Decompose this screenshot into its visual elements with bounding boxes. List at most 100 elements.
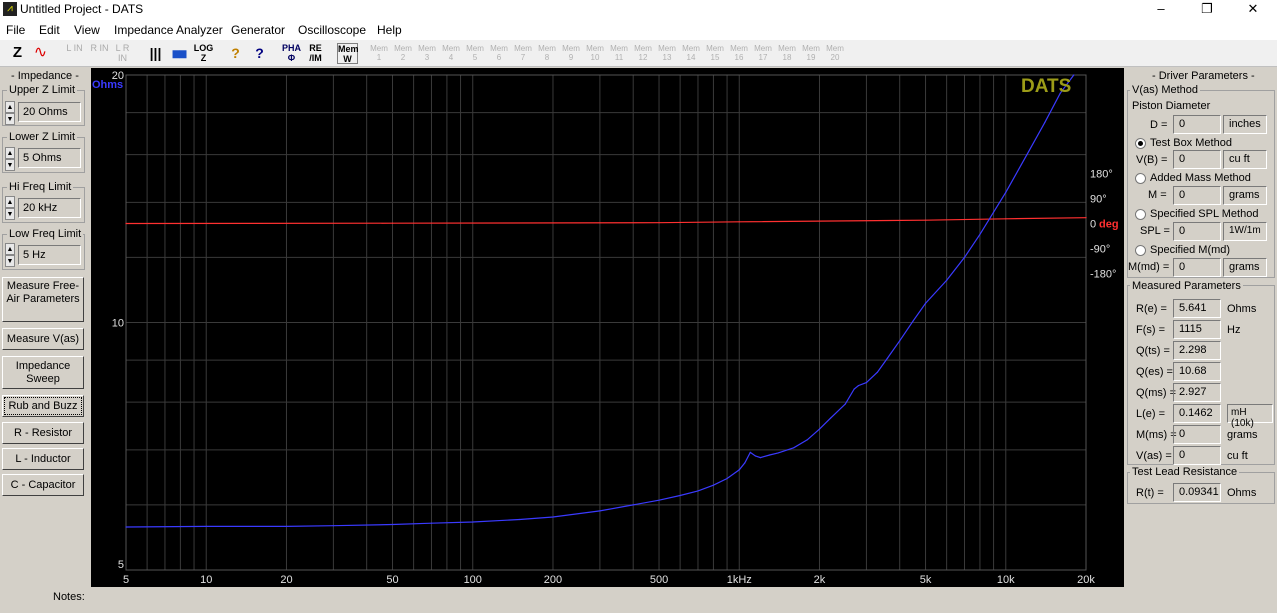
mem-12-button[interactable]: Mem 12: [632, 44, 654, 64]
plot-canvas: 5 10 20 50 100 200 500 1kHz 2k 5k 10k 20k20105Ohms1…: [92, 70, 1119, 586]
lr-in-button[interactable]: L R IN: [112, 43, 133, 64]
l-inductor-button[interactable]: L - Inductor: [2, 448, 84, 470]
close-button[interactable]: ✕: [1230, 0, 1276, 19]
specified-spl-radio[interactable]: [1135, 209, 1146, 220]
impedance-sweep-button[interactable]: Impedance Sweep: [2, 356, 84, 389]
mem-8-button[interactable]: Mem 8: [536, 44, 558, 64]
impedance-point: [738, 469, 740, 471]
phase-curve: [125, 217, 1087, 225]
spl-field[interactable]: 0: [1173, 222, 1221, 241]
low-freq-field[interactable]: 5 Hz: [18, 245, 81, 265]
added-mass-radio[interactable]: [1135, 173, 1146, 184]
measured-param-value: 2.927: [1173, 383, 1221, 402]
menu-impedance-analyzer[interactable]: Impedance Analyzer: [114, 23, 223, 37]
r-resistor-button[interactable]: R - Resistor: [2, 422, 84, 444]
measure-free-air-button[interactable]: Measure Free-Air Parameters: [2, 277, 84, 322]
rt-unit: Ohms: [1227, 487, 1257, 499]
lower-z-spinner[interactable]: ▲ ▼: [5, 147, 15, 171]
mem-7-button[interactable]: Mem 7: [512, 44, 534, 64]
l-in-button[interactable]: L IN: [64, 43, 85, 64]
grid-lines-button[interactable]: |||: [145, 43, 166, 64]
mem-write-button[interactable]: Mem W: [337, 43, 359, 64]
hi-freq-spinner[interactable]: ▲ ▼: [5, 196, 15, 220]
vb-label: V(B) =: [1136, 154, 1168, 166]
menu-generator[interactable]: Generator: [231, 23, 285, 37]
dats-logo: DATS: [1021, 76, 1071, 97]
measured-param-label: F(s) =: [1136, 324, 1166, 336]
menu-view[interactable]: View: [74, 23, 100, 37]
mem-19-button[interactable]: Mem 19: [800, 44, 822, 64]
mmd-unit: grams: [1223, 258, 1267, 277]
mem-13-button[interactable]: Mem 13: [656, 44, 678, 64]
mem-6-button[interactable]: Mem 6: [488, 44, 510, 64]
mem-5-button[interactable]: Mem 5: [464, 44, 486, 64]
mem-14-button[interactable]: Mem 14: [680, 44, 702, 64]
d-label: D =: [1150, 119, 1168, 131]
m-field[interactable]: 0: [1173, 186, 1221, 205]
upper-z-field[interactable]: 20 Ohms: [18, 102, 81, 122]
impedance-point: [205, 525, 207, 527]
vb-field[interactable]: 0: [1173, 150, 1221, 169]
generator-wave-button[interactable]: ∿: [30, 43, 51, 64]
hi-freq-field[interactable]: 20 kHz: [18, 198, 81, 218]
mem-9-button[interactable]: Mem 9: [560, 44, 582, 64]
specified-mmd-radio[interactable]: [1135, 245, 1146, 256]
impedance-point: [430, 522, 433, 524]
x-tick-label: 500: [650, 574, 668, 586]
mmd-field[interactable]: 0: [1173, 258, 1221, 277]
d-field[interactable]: 0: [1173, 115, 1221, 134]
measured-param-label: V(as) =: [1136, 450, 1172, 462]
menu-file[interactable]: File: [6, 23, 25, 37]
log-z-button[interactable]: LOG Z: [193, 43, 214, 64]
notes-label: Notes:: [53, 591, 85, 603]
measured-param-label: L(e) =: [1136, 408, 1166, 420]
test-box-radio[interactable]: [1135, 138, 1146, 149]
low-freq-spinner[interactable]: ▲ ▼: [5, 243, 15, 267]
upper-z-spinner[interactable]: ▲ ▼: [5, 101, 15, 125]
impedance-point: [1073, 74, 1075, 76]
phase-button[interactable]: PHA Φ: [281, 43, 302, 64]
bar-graph-button[interactable]: ▆▆: [169, 43, 190, 64]
mem-16-button[interactable]: Mem 16: [728, 44, 750, 64]
mem-1-button[interactable]: Mem 1: [368, 44, 390, 64]
impedance-point: [749, 451, 751, 454]
menu-edit[interactable]: Edit: [39, 23, 60, 37]
impedance-point: [963, 256, 966, 258]
mem-20-button[interactable]: Mem 20: [824, 44, 846, 64]
mem-11-button[interactable]: Mem 11: [608, 44, 630, 64]
x-tick-label: 2k: [814, 574, 826, 586]
impedance-point: [697, 490, 699, 492]
rt-field[interactable]: 0.09341: [1173, 483, 1221, 502]
phase-axis-unit: deg: [1099, 219, 1119, 231]
r-in-button[interactable]: R IN: [89, 43, 110, 64]
phase-tick-label: -180°: [1090, 269, 1116, 281]
minimize-button[interactable]: –: [1138, 0, 1184, 19]
mem-10-button[interactable]: Mem 10: [584, 44, 606, 64]
rub-and-buzz-button[interactable]: Rub and Buzz: [2, 395, 84, 417]
lower-z-label: Lower Z Limit: [7, 131, 78, 143]
mem-15-button[interactable]: Mem 15: [704, 44, 726, 64]
lower-z-field[interactable]: 5 Ohms: [18, 148, 81, 168]
mem-2-button[interactable]: Mem 2: [392, 44, 414, 64]
mem-17-button[interactable]: Mem 17: [752, 44, 774, 64]
maximize-button[interactable]: ❐: [1184, 0, 1230, 19]
impedance-point: [744, 462, 746, 464]
impedance-mode-button[interactable]: Z: [7, 43, 28, 64]
mem-4-button[interactable]: Mem 4: [440, 44, 462, 64]
help-icon[interactable]: ?: [225, 43, 246, 64]
impedance-point: [658, 499, 660, 501]
impedance-point: [853, 388, 855, 390]
impedance-plot[interactable]: 5 10 20 50 100 200 500 1kHz 2k 5k 10k 20k 20 10 5 Ohms 1…: [91, 68, 1124, 587]
menu-oscilloscope[interactable]: Oscilloscope: [298, 23, 366, 37]
context-help-icon[interactable]: ?: [249, 43, 270, 64]
impedance-point: [818, 428, 821, 430]
spl-label: SPL =: [1140, 225, 1170, 237]
re-im-button[interactable]: RE /IM: [305, 43, 326, 64]
c-capacitor-button[interactable]: C - Capacitor: [2, 474, 84, 496]
impedance-point: [899, 340, 901, 342]
measure-vas-button[interactable]: Measure V(as): [2, 328, 84, 350]
mem-18-button[interactable]: Mem 18: [776, 44, 798, 64]
mem-3-button[interactable]: Mem 3: [416, 44, 438, 64]
menu-help[interactable]: Help: [377, 23, 402, 37]
impedance-point: [769, 454, 771, 456]
